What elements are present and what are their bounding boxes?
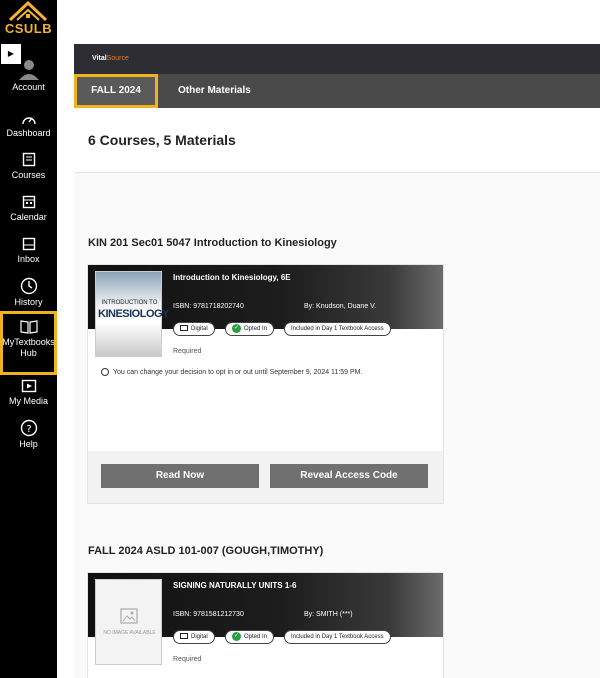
- material-card: NO IMAGE AVAILABLE SIGNING NATURALLY UNI…: [88, 573, 443, 678]
- badge-label: Opted In: [244, 326, 268, 332]
- badge-digital: Digital: [173, 630, 215, 644]
- nav-label-my-media: My Media: [8, 396, 48, 406]
- brand-source: Source: [106, 55, 129, 62]
- vitalsource-logo[interactable]: VitalSource: [92, 55, 129, 62]
- card-actions: Read Now Reveal Access Code: [88, 451, 443, 503]
- nav-label-account: Account: [12, 82, 45, 92]
- read-now-button[interactable]: Read Now: [101, 464, 259, 488]
- nav-label-history: History: [14, 297, 43, 307]
- book-isbn: ISBN: 9781581212730: [173, 611, 244, 618]
- nav-item-mytextbooks-hub[interactable]: MyTextbooks Hub: [0, 311, 57, 375]
- digital-icon: [180, 633, 188, 640]
- brand-vital: Vital: [92, 55, 107, 62]
- book-cover[interactable]: INTRODUCTION TO KINESIOLOGY: [95, 271, 169, 357]
- image-placeholder-icon: [120, 608, 138, 624]
- course-title: KIN 201 Sec01 5047 Introduction to Kines…: [88, 237, 337, 249]
- nav-item-my-media[interactable]: My Media: [0, 378, 57, 406]
- media-icon: [21, 379, 36, 393]
- badge-label: Included in Day 1 Textbook Access: [291, 634, 384, 640]
- tab-other-materials[interactable]: Other Materials: [178, 74, 251, 108]
- digital-icon: [180, 325, 188, 332]
- nav-label-mytextbooks-hub: MyTextbooks Hub: [2, 337, 55, 358]
- book-isbn: ISBN: 9781718202740: [173, 303, 244, 310]
- book-icon: [19, 320, 38, 334]
- book-cover[interactable]: NO IMAGE AVAILABLE: [95, 579, 162, 665]
- nav-label-calendar: Calendar: [10, 212, 47, 222]
- cover-line-1: INTRODUCTION TO: [101, 300, 158, 306]
- nav-item-calendar[interactable]: Calendar: [0, 194, 57, 222]
- nav-item-help[interactable]: ? Help: [0, 419, 57, 449]
- help-icon: ?: [20, 419, 37, 437]
- svg-text:?: ?: [26, 424, 31, 435]
- badge-opted-in: ✓ Opted In: [225, 630, 275, 644]
- nav-item-account[interactable]: Account: [0, 58, 57, 92]
- required-label: Required: [173, 656, 202, 663]
- term-tabs: FALL 2024 Other Materials: [74, 74, 600, 108]
- nav-item-inbox[interactable]: Inbox: [0, 236, 57, 264]
- badge-label: Included in Day 1 Textbook Access: [291, 326, 384, 332]
- check-icon: ✓: [232, 631, 241, 641]
- inbox-icon: [22, 237, 35, 251]
- book-title: SIGNING NATURALLY UNITS 1-6: [173, 581, 297, 590]
- nav-label-help: Help: [19, 439, 38, 449]
- book-author: By: SMITH (***): [304, 611, 353, 618]
- course-title: FALL 2024 ASLD 101-007 (GOUGH,TIMOTHY): [88, 545, 324, 557]
- nav-item-history[interactable]: History: [0, 277, 57, 307]
- badge-label: Opted In: [244, 634, 268, 640]
- nav-label-inbox: Inbox: [17, 254, 40, 264]
- clock-icon: [101, 368, 109, 376]
- left-nav: CSULB ▶ Account Dashboard Courses Calend…: [0, 0, 57, 678]
- badge-label: Digital: [191, 326, 208, 332]
- opt-deadline-note: You can change your decision to opt in o…: [101, 368, 362, 376]
- nav-label-courses: Courses: [11, 170, 46, 180]
- badge-digital: Digital: [173, 322, 215, 336]
- page-summary: 6 Courses, 5 Materials: [88, 132, 236, 148]
- check-icon: ✓: [232, 323, 241, 333]
- dashboard-icon: [21, 117, 36, 125]
- user-icon: [18, 60, 39, 80]
- note-text: You can change your decision to opt in o…: [113, 368, 363, 376]
- required-label: Required: [173, 348, 202, 355]
- badge-day1-access: Included in Day 1 Textbook Access: [284, 322, 391, 336]
- badge-opted-in: ✓ Opted In: [225, 322, 275, 336]
- courses-icon: [22, 152, 35, 167]
- clock-icon: [20, 277, 37, 295]
- logo-text: CSULB: [4, 21, 53, 36]
- nav-label-dashboard: Dashboard: [6, 128, 51, 138]
- no-image-text: NO IMAGE AVAILABLE: [103, 630, 156, 636]
- tab-fall-2024[interactable]: FALL 2024: [74, 74, 158, 108]
- calendar-icon: [22, 195, 35, 209]
- book-author: By: Knudson, Duane V.: [304, 303, 377, 310]
- cover-line-2: KINESIOLOGY: [98, 308, 169, 320]
- nav-item-courses[interactable]: Courses: [0, 152, 57, 180]
- badge-label: Digital: [191, 634, 208, 640]
- material-card: INTRODUCTION TO KINESIOLOGY Introduction…: [88, 265, 443, 503]
- book-title: Introduction to Kinesiology, 6E: [173, 273, 291, 282]
- badge-day1-access: Included in Day 1 Textbook Access: [284, 630, 391, 644]
- vitalsource-header: VitalSource: [74, 44, 600, 74]
- nav-item-dashboard[interactable]: Dashboard: [0, 112, 57, 138]
- csulb-logo[interactable]: CSULB: [4, 0, 53, 42]
- reveal-access-code-button[interactable]: Reveal Access Code: [270, 464, 428, 488]
